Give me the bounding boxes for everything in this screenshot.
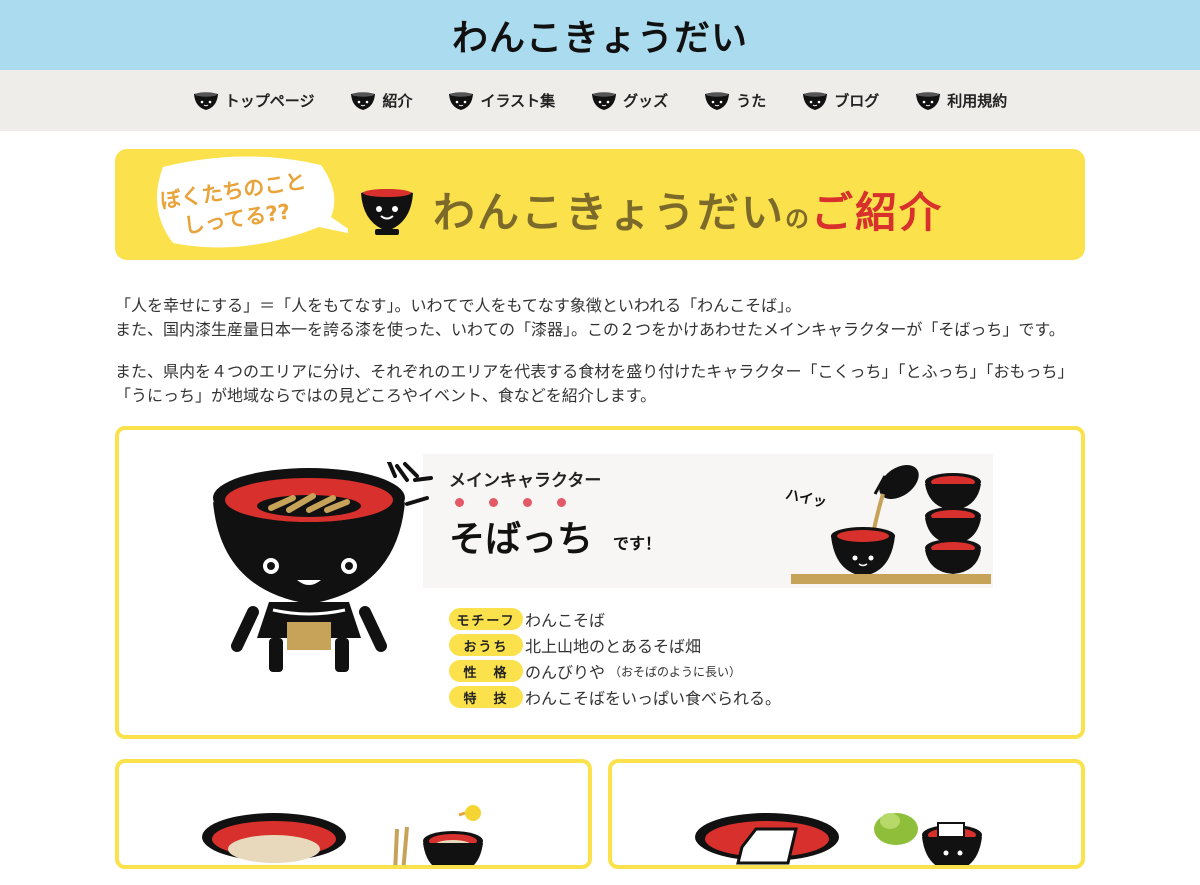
profile-note: （おそばのように長い） [609, 664, 742, 679]
emphasis-dots [455, 498, 566, 507]
area-character-cards [115, 759, 1085, 869]
profile-value: 北上山地のとあるそば畑 [525, 637, 702, 656]
banner-title: わんこきょうだいのご紹介 [433, 179, 943, 240]
profile-row: 特 技 わんこそばをいっぱい食べられる。 [449, 684, 781, 710]
nav-item-illustrations[interactable]: イラスト集 [430, 90, 573, 111]
nav-item-top[interactable]: トップページ [175, 90, 333, 111]
profile-label: モチーフ [449, 608, 523, 630]
profile-row: 性 格 のんびりや （おそばのように長い） [449, 658, 781, 684]
nav-item-label: グッズ [623, 92, 669, 110]
art-text: ハイッ [784, 487, 828, 511]
bowl-face-icon [592, 91, 617, 110]
nav-item-label: うた [736, 92, 767, 110]
banner-title-no: の [785, 205, 812, 233]
character-name-suffix: です！ [613, 534, 662, 553]
site-header: わんこきょうだい [0, 0, 1200, 70]
bowl-face-icon [351, 91, 376, 110]
profile-label: 特 技 [449, 686, 523, 708]
bowl-face-icon [803, 91, 828, 110]
nav-item-goods[interactable]: グッズ [573, 90, 686, 111]
profile-value: のんびりや [525, 663, 606, 682]
intro-paragraph-1: 「人を幸せにする」＝「人をもてなす」。いわてで人をもてなす象徴といわれる「わんこ… [115, 296, 1065, 339]
sobacchi-illustration [213, 462, 409, 672]
profile-label: おうち [449, 634, 523, 656]
nav-item-song[interactable]: うた [686, 90, 784, 111]
nav-item-blog[interactable]: ブログ [784, 90, 897, 111]
profile-value: わんこそば [525, 611, 606, 630]
bowl-face-icon [193, 91, 218, 110]
bowl-face-icon [916, 91, 941, 110]
bowl-face-icon [705, 91, 730, 110]
banner-title-main: わんこきょうだい [433, 188, 786, 237]
intro-paragraph-2: また、県内を４つのエリアに分け、それぞれのエリアを代表する食材を盛り付けたキャラ… [115, 362, 1074, 405]
tofucchi-small-illustration [874, 813, 982, 865]
character-name: そばっち [449, 519, 594, 560]
profile-row: モチーフ わんこそば [449, 606, 781, 632]
nav-item-terms[interactable]: 利用規約 [897, 90, 1025, 111]
main-character-kicker: メインキャラクター [449, 471, 602, 491]
area-character-card-kokucchi [115, 759, 592, 869]
character-profile: モチーフ わんこそば おうち 北上山地のとあるそば畑 性 格 のんびりや （おそ… [449, 606, 781, 710]
intro-text: 「人を幸せにする」＝「人をもてなす」。いわてで人をもてなす象徴といわれる「わんこ… [115, 294, 1085, 408]
nav-item-label: 紹介 [382, 92, 413, 110]
profile-row: おうち 北上山地のとあるそば畑 [449, 632, 781, 658]
site-title-logo[interactable]: わんこきょうだい [452, 9, 748, 61]
nav-item-label: トップページ [224, 92, 315, 110]
sobacchi-face-icon [361, 189, 413, 235]
intro-banner: ぼくたちのこと しってる?? わんこきょうだいのご紹介 [115, 149, 1085, 260]
tofucchi-illustration [695, 813, 839, 865]
bowl-face-icon [449, 91, 474, 110]
kokucchi-illustration [202, 813, 346, 863]
profile-value: わんこそばをいっぱい食べられる。 [525, 689, 782, 708]
banner-title-red: ご紹介 [811, 188, 944, 237]
global-nav: トップページ 紹介 イラスト集 グッズ うた ブログ 利用規約 [0, 70, 1200, 131]
surprise-lines-icon [403, 462, 433, 506]
nav-item-label: 利用規約 [947, 92, 1008, 110]
profile-label: 性 格 [449, 660, 523, 682]
area-character-card-tofucchi [608, 759, 1085, 869]
main-character-card: メインキャラクター そばっち です！ ハイッ モチーフ わんこそば おうち 北上… [115, 426, 1085, 739]
main-content: ぼくたちのこと しってる?? わんこきょうだいのご紹介 「人を幸せにする」＝「人… [115, 149, 1085, 869]
nav-item-label: イラスト集 [480, 92, 556, 110]
nav-item-intro[interactable]: 紹介 [332, 90, 430, 111]
nav-item-label: ブログ [834, 92, 880, 110]
pouring-bowls-illustration: ハイッ [784, 464, 991, 584]
kokucchi-small-illustration [393, 805, 483, 865]
